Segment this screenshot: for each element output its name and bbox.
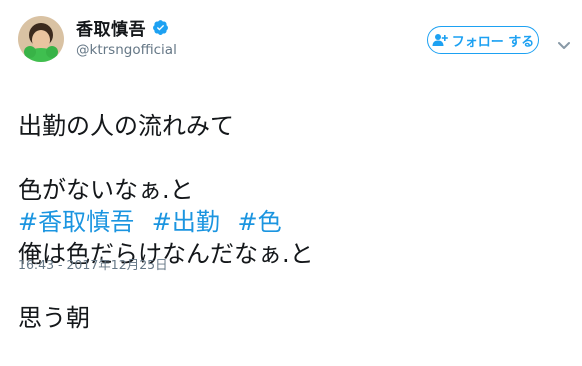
tweet-card: 香取慎吾 @ktrsngofficial フォロー する 出勤の人の流れみて 色… [0, 0, 582, 332]
follow-button[interactable]: フォロー する [427, 26, 539, 54]
name-row: 香取慎吾 [76, 15, 169, 40]
avatar-image [18, 16, 64, 62]
tweet-timestamp[interactable]: 16:43 - 2017年12月25日 [18, 254, 168, 273]
hashtag-link[interactable]: #出勤 [152, 208, 220, 236]
hashtag-list: #香取慎吾 #出勤 #色 [18, 206, 292, 238]
display-name[interactable]: 香取慎吾 [76, 15, 146, 40]
add-user-icon [432, 33, 448, 47]
follow-button-label: フォロー する [451, 34, 535, 50]
tweet-line: 思う朝 [18, 304, 90, 332]
tweet-line: 色がないなぁ.と [18, 176, 194, 204]
hashtag-link[interactable]: #香取慎吾 [18, 208, 134, 236]
hashtag-link[interactable]: #色 [238, 208, 282, 236]
verified-badge-icon [152, 19, 169, 36]
avatar[interactable] [18, 16, 64, 62]
tweet-line: 出勤の人の流れみて [18, 112, 234, 140]
chevron-down-icon[interactable] [558, 36, 570, 49]
user-handle[interactable]: @ktrsngofficial [76, 42, 177, 58]
